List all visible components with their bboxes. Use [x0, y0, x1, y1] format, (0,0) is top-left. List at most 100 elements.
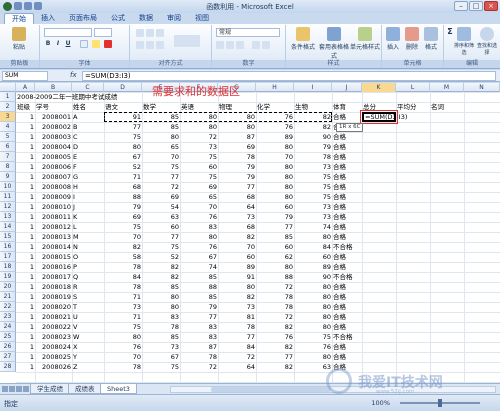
table-cell[interactable]: 1	[16, 202, 35, 212]
delete-cells-button[interactable]: 删除	[403, 27, 421, 51]
tab-page-layout[interactable]: 页面布局	[62, 13, 104, 24]
table-cell[interactable]: 80	[294, 282, 332, 292]
table-cell[interactable]: 不合格	[332, 242, 362, 252]
table-cell[interactable]: 2008004	[35, 142, 72, 152]
table-cell[interactable]: 82	[142, 272, 180, 282]
table-cell[interactable]: 76	[294, 342, 332, 352]
table-cell[interactable]: 2008001	[35, 112, 72, 122]
table-cell[interactable]: 79	[218, 162, 256, 172]
table-cell[interactable]: 88	[104, 192, 142, 202]
table-cell[interactable]: 70	[256, 152, 294, 162]
align-right-icon[interactable]	[156, 41, 164, 49]
table-cell[interactable]: 80	[142, 292, 180, 302]
table-cell[interactable]: 77	[218, 182, 256, 192]
table-cell[interactable]: 85	[180, 272, 218, 282]
table-cell[interactable]: 2008012	[35, 222, 72, 232]
row-header-22[interactable]: 22	[0, 302, 16, 312]
table-cell[interactable]: A	[72, 112, 104, 122]
table-cell[interactable]: 52	[104, 162, 142, 172]
column-label-cell[interactable]: 平均分	[396, 102, 430, 112]
table-cell[interactable]: 63	[142, 212, 180, 222]
table-cell[interactable]: 80	[294, 322, 332, 332]
zoom-level[interactable]: 100%	[371, 399, 390, 407]
table-cell[interactable]: 75	[294, 172, 332, 182]
row-header-5[interactable]: 5	[0, 132, 16, 142]
zoom-slider-knob[interactable]	[438, 399, 442, 407]
table-cell[interactable]: 73	[294, 202, 332, 212]
sheet-nav-arrows[interactable]	[2, 386, 29, 392]
table-cell[interactable]: 2008003	[35, 132, 72, 142]
row-header-17[interactable]: 17	[0, 252, 16, 262]
table-cell[interactable]: 81	[218, 312, 256, 322]
table-cell[interactable]: 83	[180, 332, 218, 342]
table-cell[interactable]: 64	[218, 362, 256, 372]
table-cell[interactable]: C	[72, 132, 104, 142]
table-cell[interactable]: 1	[16, 152, 35, 162]
table-cell[interactable]: 80	[256, 172, 294, 182]
table-cell[interactable]: 76	[256, 332, 294, 342]
column-label-cell[interactable]: 生物	[294, 102, 332, 112]
column-label-cell[interactable]: 化学	[256, 102, 294, 112]
format-as-table-button[interactable]: 套用表格格式	[318, 27, 350, 60]
table-cell[interactable]: 52	[142, 252, 180, 262]
column-label-cell[interactable]: 学号	[35, 102, 72, 112]
table-cell[interactable]: 1	[16, 222, 35, 232]
sheet-tab-students[interactable]: 学生成绩	[30, 384, 70, 394]
table-cell[interactable]: 73	[218, 302, 256, 312]
row-header-13[interactable]: 13	[0, 212, 16, 222]
table-cell[interactable]: 80	[142, 132, 180, 142]
table-cell[interactable]: 不合格	[332, 332, 362, 342]
table-cell[interactable]: 83	[180, 222, 218, 232]
table-cell[interactable]: 85	[256, 232, 294, 242]
table-cell[interactable]: 75	[180, 152, 218, 162]
table-cell[interactable]: 78	[218, 152, 256, 162]
column-header-d[interactable]: D	[104, 83, 142, 92]
table-cell[interactable]: 合格	[332, 312, 362, 322]
scroll-thumb[interactable]	[211, 387, 331, 392]
table-cell[interactable]: 85	[142, 282, 180, 292]
tab-formulas[interactable]: 公式	[104, 13, 132, 24]
table-cell[interactable]: X	[72, 342, 104, 352]
table-cell[interactable]: 80	[218, 122, 256, 132]
column-label-cell[interactable]: 班级	[16, 102, 35, 112]
table-cell[interactable]: 78	[256, 292, 294, 302]
table-cell[interactable]: 54	[142, 202, 180, 212]
table-cell[interactable]: 72	[218, 352, 256, 362]
table-cell[interactable]: H	[72, 182, 104, 192]
table-cell[interactable]: 80	[104, 142, 142, 152]
row-header-15[interactable]: 15	[0, 232, 16, 242]
row-header-28[interactable]: 28	[0, 362, 16, 372]
column-header-b[interactable]: B	[35, 83, 72, 92]
table-cell[interactable]: J	[72, 202, 104, 212]
table-cell[interactable]: 73	[218, 212, 256, 222]
table-cell[interactable]: 88	[256, 272, 294, 282]
table-cell[interactable]: 65	[180, 192, 218, 202]
table-cell[interactable]: 80	[104, 332, 142, 342]
first-sheet-icon[interactable]	[2, 386, 8, 392]
row-header-10[interactable]: 10	[0, 182, 16, 192]
row-header-11[interactable]: 11	[0, 192, 16, 202]
font-color-icon[interactable]	[104, 40, 112, 48]
row-header-3[interactable]: 3	[0, 112, 16, 122]
table-cell[interactable]: 75	[294, 192, 332, 202]
table-cell[interactable]: 69	[142, 192, 180, 202]
row-header-7[interactable]: 7	[0, 152, 16, 162]
table-cell[interactable]: 77	[256, 222, 294, 232]
tab-view[interactable]: 视图	[188, 13, 216, 24]
table-cell[interactable]: 72	[256, 282, 294, 292]
sheet-tab-grades[interactable]: 成绩表	[68, 384, 102, 394]
table-cell[interactable]: 78	[294, 152, 332, 162]
column-label-cell[interactable]: 物理	[218, 102, 256, 112]
table-cell[interactable]: 69	[218, 142, 256, 152]
sheet-tab-sheet3[interactable]: Sheet3	[100, 384, 137, 394]
table-cell[interactable]: L	[72, 222, 104, 232]
table-cell[interactable]: 58	[104, 252, 142, 262]
column-label-cell[interactable]: 名词	[430, 102, 464, 112]
table-cell[interactable]: 2008009	[35, 192, 72, 202]
office-button-icon[interactable]	[3, 2, 12, 11]
table-cell[interactable]: 75	[294, 332, 332, 342]
table-cell[interactable]: 82	[142, 262, 180, 272]
table-cell[interactable]: 70	[142, 152, 180, 162]
column-header-k[interactable]: K	[362, 83, 396, 92]
underline-button[interactable]: U	[64, 40, 72, 48]
